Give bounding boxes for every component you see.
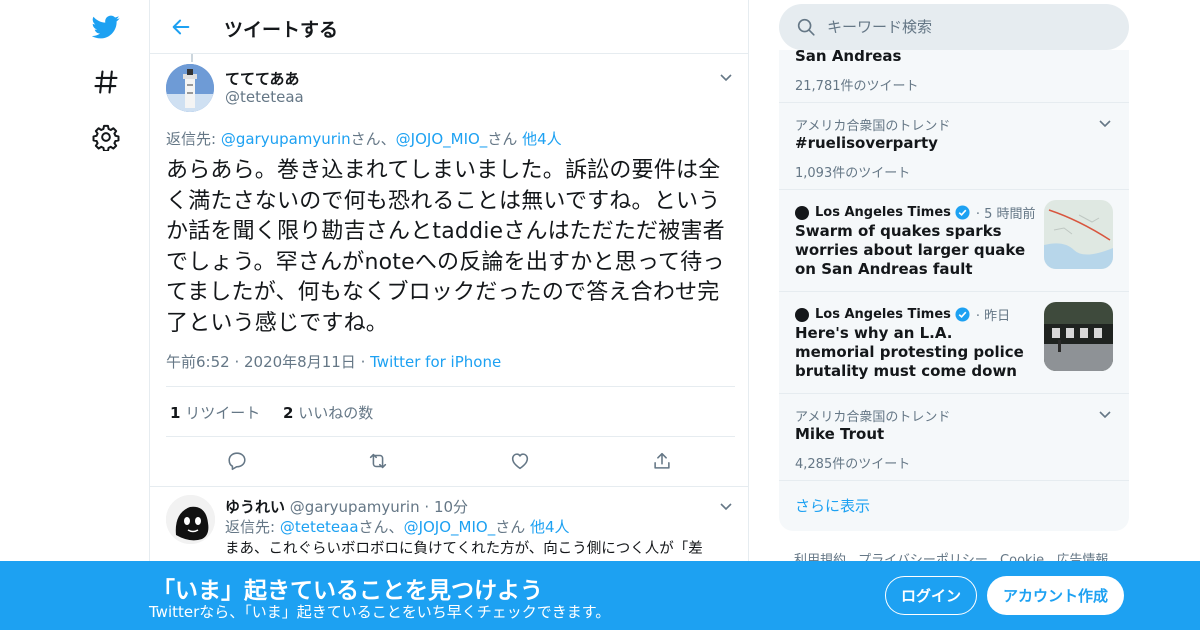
- trend-item[interactable]: San Andreas 21,781件のツイート: [779, 50, 1129, 103]
- news-source: Los Angeles Times · 5 時間前: [795, 203, 1036, 222]
- display-name[interactable]: てててああ: [225, 68, 300, 89]
- trend-name: San Andreas: [795, 50, 902, 65]
- search-input[interactable]: [827, 4, 1117, 50]
- tweet-age[interactable]: 10分: [434, 498, 468, 516]
- tweet-date[interactable]: 2020年8月11日: [244, 353, 356, 371]
- trend-count: 21,781件のツイート: [795, 79, 919, 94]
- news-time: 昨日: [984, 309, 1011, 324]
- reply-others-link[interactable]: 他4人: [530, 518, 570, 536]
- news-item[interactable]: Los Angeles Times · 昨日 Here's why an L.A…: [779, 292, 1129, 394]
- share-icon[interactable]: [649, 448, 675, 474]
- reply-separator: さん: [487, 130, 523, 148]
- chevron-down-icon[interactable]: [716, 496, 736, 516]
- reply-user-link[interactable]: @JOJO_MIO_: [396, 130, 488, 148]
- news-logo-icon: [795, 205, 809, 220]
- news-source-name: Los Angeles Times: [815, 205, 951, 220]
- verified-badge-icon: [955, 307, 970, 322]
- trend-count: 4,285件のツイート: [795, 457, 911, 472]
- news-headline: Swarm of quakes sparks worries about lar…: [795, 222, 1026, 278]
- news-time: 5 時間前: [984, 207, 1036, 222]
- reply-prefix: 返信先:: [166, 130, 221, 148]
- signup-button[interactable]: アカウント作成: [987, 576, 1124, 615]
- reply-tweet-header: ゆうれい @garyupamyurin · 10分: [225, 498, 469, 516]
- login-button[interactable]: ログイン: [885, 576, 977, 615]
- verified-badge-icon: [955, 205, 970, 220]
- map-thumbnail: [1044, 200, 1113, 269]
- trend-name: Mike Trout: [795, 425, 885, 443]
- reply-separator: さん、: [350, 130, 396, 148]
- divider: [166, 386, 735, 387]
- chevron-down-icon[interactable]: [1095, 404, 1115, 424]
- reply-user-link[interactable]: @JOJO_MIO_: [404, 518, 496, 536]
- retweet-count: 1: [170, 404, 181, 422]
- heart-icon[interactable]: [507, 448, 533, 474]
- news-logo-icon: [795, 307, 809, 322]
- street-photo-thumbnail: [1044, 302, 1113, 371]
- banner-subtitle: Twitterなら、「いま」起きていることをいち早くチェックできます。: [149, 603, 611, 621]
- trend-count: 1,093件のツイート: [795, 166, 911, 181]
- tweet-actions: [150, 448, 748, 474]
- reply-user-link[interactable]: @garyupamyurin: [221, 130, 351, 148]
- reply-to-line: 返信先: @garyupamyurinさん、@JOJO_MIO_さん 他4人: [166, 128, 562, 149]
- trends-panel: San Andreas 21,781件のツイート アメリカ合衆国のトレンド #r…: [779, 50, 1129, 531]
- thread-connector-line: [191, 54, 193, 62]
- chevron-down-icon[interactable]: [1095, 113, 1115, 133]
- tweet-text: あらあら。巻き込まれてしまいました。訴訟の要件は全く満たさないので何も恐れること…: [166, 158, 725, 336]
- news-headline: Here's why an L.A. memorial protesting p…: [795, 324, 1024, 380]
- news-source: Los Angeles Times · 昨日: [795, 305, 1010, 324]
- tweet-column: ツイートする てててああ @teteteaa 返信先: @garyupamyur…: [149, 0, 749, 630]
- signup-banner: 「いま」起きていることを見つけよう Twitterなら、「いま」起きていることを…: [0, 561, 1200, 630]
- reply-icon[interactable]: [224, 448, 250, 474]
- avatar[interactable]: [166, 64, 214, 112]
- show-more-link[interactable]: さらに表示: [795, 495, 870, 516]
- display-name[interactable]: ゆうれい: [225, 498, 285, 516]
- trend-context: アメリカ合衆国のトレンド: [795, 119, 951, 134]
- divider: [150, 486, 748, 487]
- reply-user-link[interactable]: @teteteaa: [280, 518, 359, 536]
- user-handle[interactable]: @garyupamyurin: [290, 498, 420, 516]
- reply-tweet-text: まあ、これぐらいボロボロに負けてくれた方が、向こう側につく人が「差: [225, 541, 703, 557]
- back-arrow-icon[interactable]: [166, 12, 196, 42]
- trend-item[interactable]: アメリカ合衆国のトレンド Mike Trout 4,285件のツイート: [779, 394, 1129, 481]
- column-header: ツイートする: [150, 0, 748, 54]
- tweet-source-link[interactable]: Twitter for iPhone: [370, 353, 501, 371]
- divider: [166, 436, 735, 437]
- like-stat[interactable]: 2 いいねの数: [283, 404, 373, 422]
- gear-icon[interactable]: [86, 117, 126, 157]
- banner-title: 「いま」起きていることを見つけよう: [152, 578, 543, 604]
- user-handle[interactable]: @teteteaa: [225, 88, 304, 106]
- like-label: いいねの数: [298, 404, 374, 422]
- reply-prefix: 返信先:: [225, 518, 280, 536]
- page-title: ツイートする: [224, 19, 339, 41]
- reply-to-line: 返信先: @teteteaaさん、@JOJO_MIO_さん 他4人: [225, 516, 570, 537]
- tweet-stats: 1 リツイート 2 いいねの数: [170, 402, 373, 423]
- search-box[interactable]: [779, 4, 1129, 50]
- like-count: 2: [283, 404, 294, 422]
- news-source-name: Los Angeles Times: [815, 307, 951, 322]
- trend-context: アメリカ合衆国のトレンド: [795, 410, 951, 425]
- tweet-meta: 午前6:52 · 2020年8月11日 · Twitter for iPhone: [166, 353, 502, 371]
- chevron-down-icon[interactable]: [716, 67, 736, 87]
- trend-item[interactable]: アメリカ合衆国のトレンド #ruelisoverparty 1,093件のツイー…: [779, 103, 1129, 190]
- reply-others-link[interactable]: 他4人: [522, 130, 562, 148]
- reply-separator: さん、: [358, 518, 404, 536]
- trend-name: #ruelisoverparty: [795, 134, 938, 152]
- retweet-stat[interactable]: 1 リツイート: [170, 404, 260, 422]
- reply-separator: さん: [495, 518, 530, 536]
- retweet-label: リツイート: [185, 404, 261, 422]
- news-item[interactable]: Los Angeles Times · 5 時間前 Swarm of quake…: [779, 190, 1129, 292]
- search-icon: [797, 18, 815, 36]
- twitter-logo-icon[interactable]: [86, 7, 126, 47]
- tweet-time[interactable]: 午前6:52: [166, 353, 230, 371]
- retweet-icon[interactable]: [365, 448, 391, 474]
- hashtag-icon[interactable]: [86, 62, 126, 102]
- avatar[interactable]: [166, 495, 215, 544]
